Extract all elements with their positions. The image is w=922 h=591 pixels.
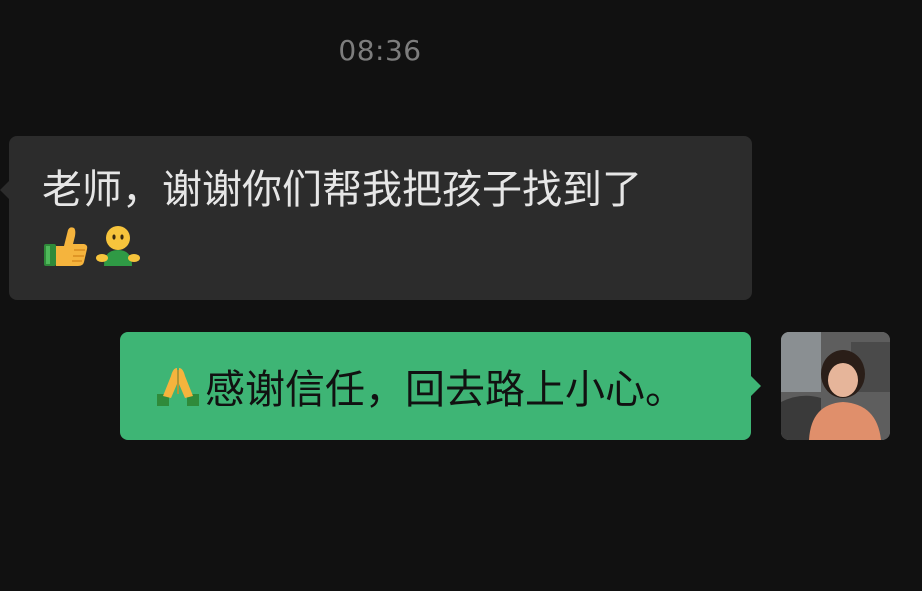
bubble-tail [751,376,761,396]
thumbs-up-emoji-icon [42,224,90,268]
bubble-tail [0,180,10,200]
message-timestamp: 08:36 [338,34,422,67]
incoming-emoji-row [42,224,722,268]
hugging-figure-emoji-icon [94,224,142,268]
outgoing-message-text: 感谢信任，回去路上小心。 [205,367,685,413]
incoming-message-bubble[interactable]: 老师，谢谢你们帮我把孩子找到了 [0,136,752,300]
folded-hands-emoji-icon [153,364,203,408]
outgoing-message-bubble[interactable]: 感谢信任，回去路上小心。 [120,332,761,440]
incoming-message-text: 老师，谢谢你们帮我把孩子找到了 [42,167,642,213]
chat-screen: 08:36 老师，谢谢你们帮我把孩子找到了 感谢信任，回去路上小心。 [0,0,922,591]
user-avatar[interactable] [781,332,890,440]
